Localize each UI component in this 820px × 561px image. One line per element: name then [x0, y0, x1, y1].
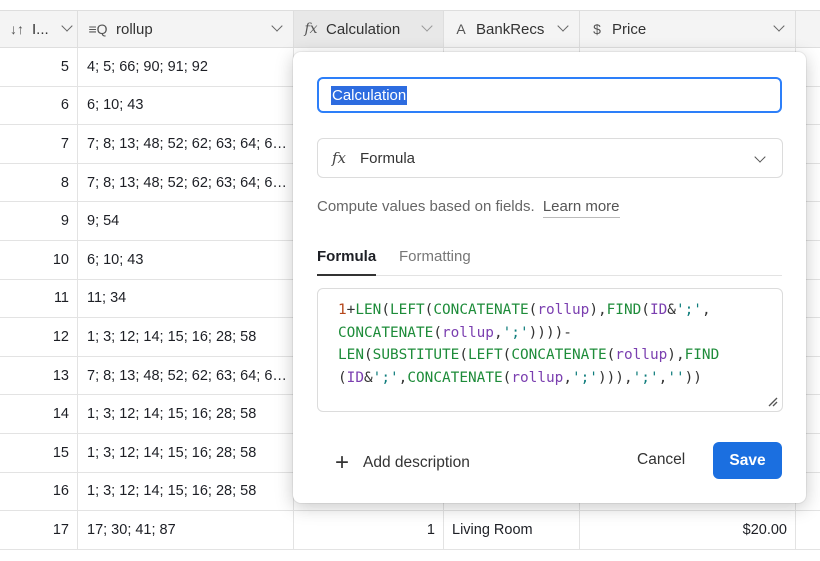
- column-header-id[interactable]: ↓↑ I...: [0, 11, 78, 47]
- cell-rollup[interactable]: 7; 8; 13; 48; 52; 62; 63; 64; 6…: [78, 356, 294, 395]
- field-type-label: Formula: [360, 149, 416, 167]
- cell-id[interactable]: 16: [0, 472, 78, 511]
- formula-icon: fx: [304, 21, 318, 37]
- field-type-description: Compute values based on fields. Learn mo…: [317, 198, 620, 218]
- chevron-down-icon: [754, 151, 766, 163]
- resize-handle-icon[interactable]: [768, 397, 778, 407]
- cell-id[interactable]: 5: [0, 48, 78, 86]
- cell-rollup[interactable]: 7; 8; 13; 48; 52; 62; 63; 64; 6…: [78, 125, 294, 163]
- cell-rollup[interactable]: 1; 3; 12; 14; 15; 16; 28; 58: [78, 318, 294, 356]
- column-label-rollup: rollup: [116, 20, 153, 38]
- cell-rollup[interactable]: 6; 10; 43: [78, 241, 294, 279]
- learn-more-link[interactable]: Learn more: [542, 198, 620, 218]
- table-row[interactable]: 17 17; 30; 41; 87 1 Living Room $20.00: [0, 511, 820, 550]
- cell-id[interactable]: 7: [0, 125, 78, 163]
- column-label-bankrecs: BankRecs: [476, 20, 545, 38]
- tab-formatting[interactable]: Formatting: [399, 248, 471, 275]
- column-header-calculation[interactable]: fx Calculation: [294, 11, 444, 47]
- cell-id[interactable]: 6: [0, 86, 78, 125]
- cell-rollup[interactable]: 1; 3; 12; 14; 15; 16; 28; 58: [78, 395, 294, 433]
- cell-rollup[interactable]: 1; 3; 12; 14; 15; 16; 28; 58: [78, 434, 294, 472]
- currency-icon: $: [593, 21, 601, 37]
- column-label-price: Price: [612, 20, 647, 38]
- cancel-button[interactable]: Cancel: [637, 451, 685, 469]
- add-description-button[interactable]: + Add description: [335, 451, 470, 475]
- save-button[interactable]: Save: [713, 442, 782, 479]
- grid-header: ↓↑ I... ≡Q rollup fx Calculation A BankR…: [0, 10, 820, 48]
- add-description-label: Add description: [363, 454, 470, 471]
- field-name-value[interactable]: Calculation: [331, 85, 408, 105]
- chevron-down-icon[interactable]: [773, 20, 785, 32]
- cell-rollup[interactable]: 9; 54: [78, 202, 294, 240]
- chevron-down-icon[interactable]: [271, 20, 283, 32]
- cell-rollup[interactable]: 11; 34: [78, 279, 294, 318]
- formula-editor[interactable]: 1+LEN(LEFT(CONCATENATE(rollup),FIND(ID&'…: [317, 288, 783, 412]
- chevron-down-icon[interactable]: [61, 20, 73, 32]
- cell-calculation[interactable]: 1: [294, 511, 444, 549]
- cell-rollup[interactable]: 4; 5; 66; 90; 91; 92: [78, 48, 294, 86]
- cell-id[interactable]: 15: [0, 434, 78, 472]
- plus-icon: +: [335, 449, 350, 476]
- text-field-icon: A: [456, 21, 466, 37]
- description-text: Compute values based on fields.: [317, 198, 535, 215]
- cell-id[interactable]: 10: [0, 241, 78, 279]
- column-header-price[interactable]: $ Price: [580, 11, 796, 47]
- field-type-select[interactable]: fx Formula: [317, 138, 783, 178]
- cell-price[interactable]: $20.00: [580, 511, 796, 549]
- cell-rollup[interactable]: 17; 30; 41; 87: [78, 511, 294, 549]
- chevron-down-icon[interactable]: [421, 20, 433, 32]
- cell-id[interactable]: 9: [0, 202, 78, 240]
- column-label-calculation: Calculation: [326, 20, 401, 38]
- rollup-icon: ≡Q: [88, 21, 108, 37]
- field-editor-popover: Calculation fx Formula Compute values ba…: [293, 52, 806, 503]
- cell-id[interactable]: 14: [0, 395, 78, 433]
- sort-icon: ↓↑: [10, 21, 24, 37]
- field-name-input[interactable]: Calculation: [317, 77, 782, 113]
- cell-bankrecs[interactable]: Living Room: [444, 511, 580, 549]
- cell-rollup[interactable]: 7; 8; 13; 48; 52; 62; 63; 64; 6…: [78, 163, 294, 202]
- column-header-rollup[interactable]: ≡Q rollup: [78, 11, 294, 47]
- cell-id[interactable]: 13: [0, 356, 78, 395]
- formula-icon: fx: [332, 149, 347, 167]
- tab-formula[interactable]: Formula: [317, 248, 377, 276]
- cell-id[interactable]: 8: [0, 163, 78, 202]
- column-label-id: I...: [32, 20, 49, 38]
- cell-rollup[interactable]: 1; 3; 12; 14; 15; 16; 28; 58: [78, 472, 294, 511]
- cell-id[interactable]: 11: [0, 279, 78, 318]
- chevron-down-icon[interactable]: [557, 20, 569, 32]
- column-header-bankrecs[interactable]: A BankRecs: [444, 11, 580, 47]
- cell-id[interactable]: 17: [0, 511, 78, 549]
- cell-id[interactable]: 12: [0, 318, 78, 356]
- cell-rollup[interactable]: 6; 10; 43: [78, 86, 294, 125]
- editor-tabs: Formula Formatting: [317, 248, 782, 276]
